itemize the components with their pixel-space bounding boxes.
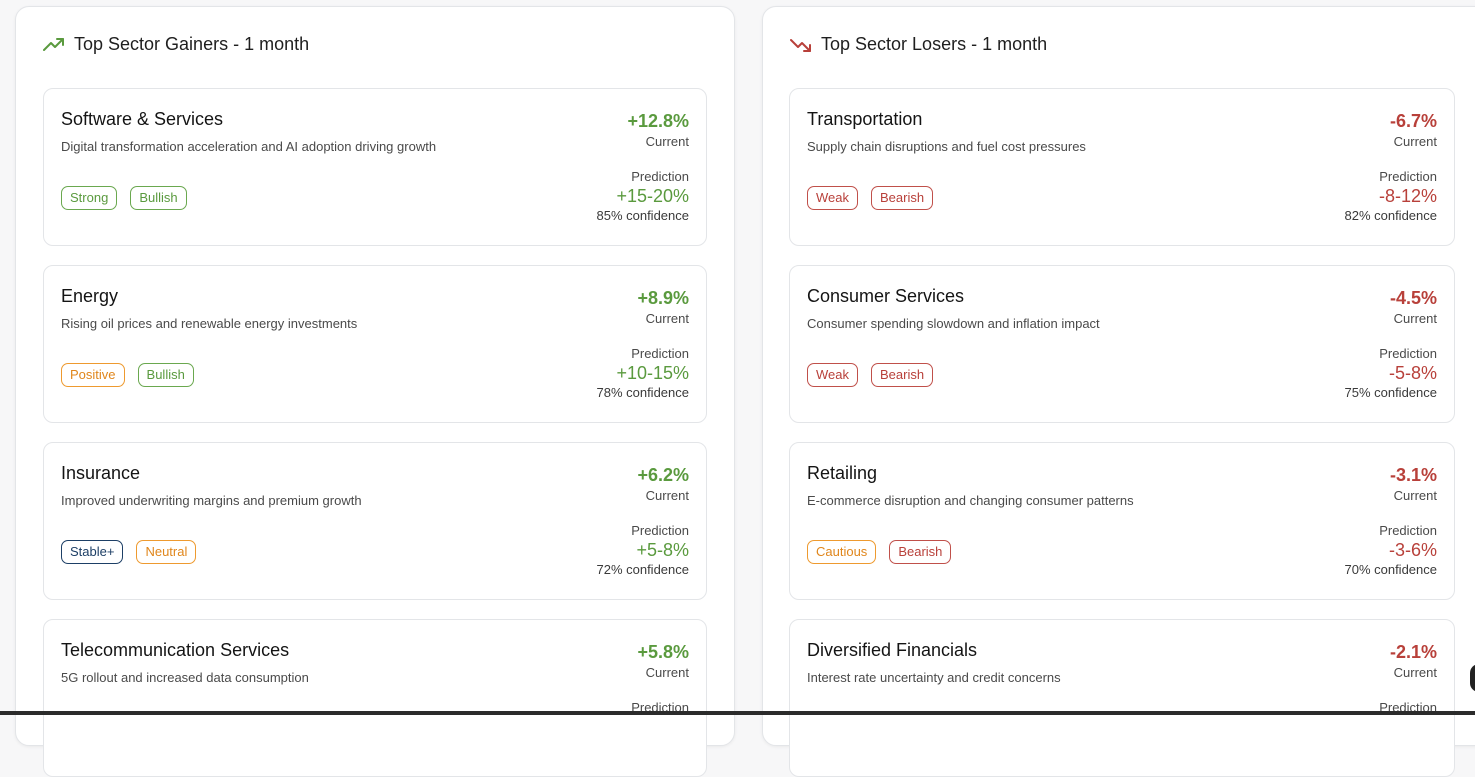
sector-card[interactable]: Telecommunication Services 5G rollout an… — [43, 619, 707, 777]
current-change: -4.5% — [1389, 288, 1437, 308]
sector-name: Consumer Services — [807, 286, 965, 306]
prediction-label: Prediction — [1379, 523, 1437, 538]
confidence: 75% confidence — [1344, 385, 1437, 400]
confidence: 82% confidence — [1344, 208, 1437, 223]
sector-metrics: +12.8% Current Prediction +15-20% 85% co… — [596, 110, 689, 223]
prediction-value: -5-8% — [1388, 363, 1437, 383]
prediction-label: Prediction — [1379, 169, 1437, 184]
confidence: 70% confidence — [1344, 562, 1437, 577]
losers-title: Top Sector Losers - 1 month — [821, 34, 1048, 54]
sector-tags: Positive Bullish — [61, 363, 194, 387]
sector-metrics: -2.1% Current Prediction — [1379, 641, 1437, 715]
current-label: Current — [1393, 311, 1437, 326]
trending-down-icon — [790, 37, 812, 53]
sector-metrics: +6.2% Current Prediction +5-8% 72% confi… — [596, 464, 689, 577]
sector-tag: Neutral — [136, 540, 197, 564]
sector-tag: Bearish — [871, 186, 934, 210]
sector-tag: Bullish — [130, 186, 187, 210]
sector-name: Diversified Financials — [807, 640, 978, 660]
sector-tags: Strong Bullish — [61, 186, 187, 210]
sector-card[interactable]: Consumer Services Consumer spending slow… — [789, 265, 1455, 423]
prediction-label: Prediction — [631, 169, 689, 184]
sector-description: Improved underwriting margins and premiu… — [61, 493, 362, 508]
sector-tag: Weak — [807, 186, 858, 210]
current-change: -3.1% — [1389, 465, 1437, 485]
sector-tags: Weak Bearish — [807, 186, 934, 210]
sector-card[interactable]: Retailing E-commerce disruption and chan… — [789, 442, 1455, 600]
prediction-value: +5-8% — [636, 540, 689, 560]
sector-tags: Stable+ Neutral — [61, 540, 197, 564]
sector-metrics: +5.8% Current Prediction — [631, 641, 689, 715]
prediction-label: Prediction — [1379, 346, 1437, 361]
floating-widget-handle[interactable] — [1470, 664, 1475, 692]
sector-metrics: -4.5% Current Prediction -5-8% 75% confi… — [1344, 287, 1437, 400]
prediction-value: +10-15% — [616, 363, 689, 383]
sector-tag: Bearish — [889, 540, 952, 564]
sector-tag: Bearish — [871, 363, 934, 387]
gainers-title: Top Sector Gainers - 1 month — [74, 34, 310, 54]
confidence: 78% confidence — [596, 385, 689, 400]
prediction-value: -8-12% — [1378, 186, 1437, 206]
sector-tag: Stable+ — [61, 540, 124, 564]
sector-name: Retailing — [807, 463, 878, 483]
sector-tag: Weak — [807, 363, 858, 387]
current-label: Current — [645, 134, 689, 149]
sector-name: Software & Services — [61, 109, 224, 129]
current-label: Current — [1393, 665, 1437, 680]
current-change: -6.7% — [1389, 111, 1437, 131]
confidence: 72% confidence — [596, 562, 689, 577]
gainers-panel: Top Sector Gainers - 1 month Software & … — [15, 6, 735, 777]
taskbar-edge — [0, 711, 1475, 715]
prediction-value: -3-6% — [1388, 540, 1437, 560]
current-label: Current — [645, 665, 689, 680]
sector-tag: Bullish — [137, 363, 194, 387]
sector-metrics: -3.1% Current Prediction -3-6% 70% confi… — [1344, 464, 1437, 577]
current-change: -2.1% — [1389, 642, 1437, 662]
sector-description: Digital transformation acceleration and … — [61, 139, 437, 154]
prediction-label: Prediction — [631, 523, 689, 538]
sector-tag: Positive — [61, 363, 125, 387]
confidence: 85% confidence — [596, 208, 689, 223]
current-change: +6.2% — [637, 465, 689, 485]
current-change: +5.8% — [637, 642, 689, 662]
sector-tag: Cautious — [807, 540, 877, 564]
prediction-value: +15-20% — [616, 186, 689, 206]
sector-tag: Strong — [61, 186, 118, 210]
sector-card[interactable]: Transportation Supply chain disruptions … — [789, 88, 1455, 246]
current-label: Current — [645, 311, 689, 326]
current-change: +12.8% — [627, 111, 689, 131]
current-label: Current — [1393, 134, 1437, 149]
sector-metrics: +8.9% Current Prediction +10-15% 78% con… — [596, 287, 689, 400]
sector-card[interactable]: Energy Rising oil prices and renewable e… — [43, 265, 707, 423]
current-change: +8.9% — [637, 288, 689, 308]
sector-card[interactable]: Diversified Financials Interest rate unc… — [789, 619, 1455, 777]
gainers-header: Top Sector Gainers - 1 month — [43, 34, 309, 55]
sector-name: Telecommunication Services — [61, 640, 290, 660]
prediction-label: Prediction — [631, 346, 689, 361]
current-label: Current — [1393, 488, 1437, 503]
sector-description: Interest rate uncertainty and credit con… — [807, 670, 1061, 685]
sector-tags: Cautious Bearish — [807, 540, 952, 564]
sector-card[interactable]: Insurance Improved underwriting margins … — [43, 442, 707, 600]
sector-description: 5G rollout and increased data consumptio… — [61, 670, 309, 685]
sector-description: Consumer spending slowdown and inflation… — [807, 316, 1100, 331]
trending-up-icon — [43, 37, 65, 53]
sector-name: Insurance — [61, 463, 141, 483]
losers-panel: Top Sector Losers - 1 month Transportati… — [762, 6, 1475, 777]
sector-metrics: -6.7% Current Prediction -8-12% 82% conf… — [1344, 110, 1437, 223]
sector-name: Energy — [61, 286, 119, 306]
sector-tags: Weak Bearish — [807, 363, 934, 387]
sector-name: Transportation — [807, 109, 923, 129]
sector-card[interactable]: Software & Services Digital transformati… — [43, 88, 707, 246]
current-label: Current — [645, 488, 689, 503]
sector-description: Rising oil prices and renewable energy i… — [61, 316, 358, 331]
sector-description: E-commerce disruption and changing consu… — [807, 493, 1134, 508]
losers-header: Top Sector Losers - 1 month — [790, 34, 1047, 55]
sector-description: Supply chain disruptions and fuel cost p… — [807, 139, 1086, 154]
